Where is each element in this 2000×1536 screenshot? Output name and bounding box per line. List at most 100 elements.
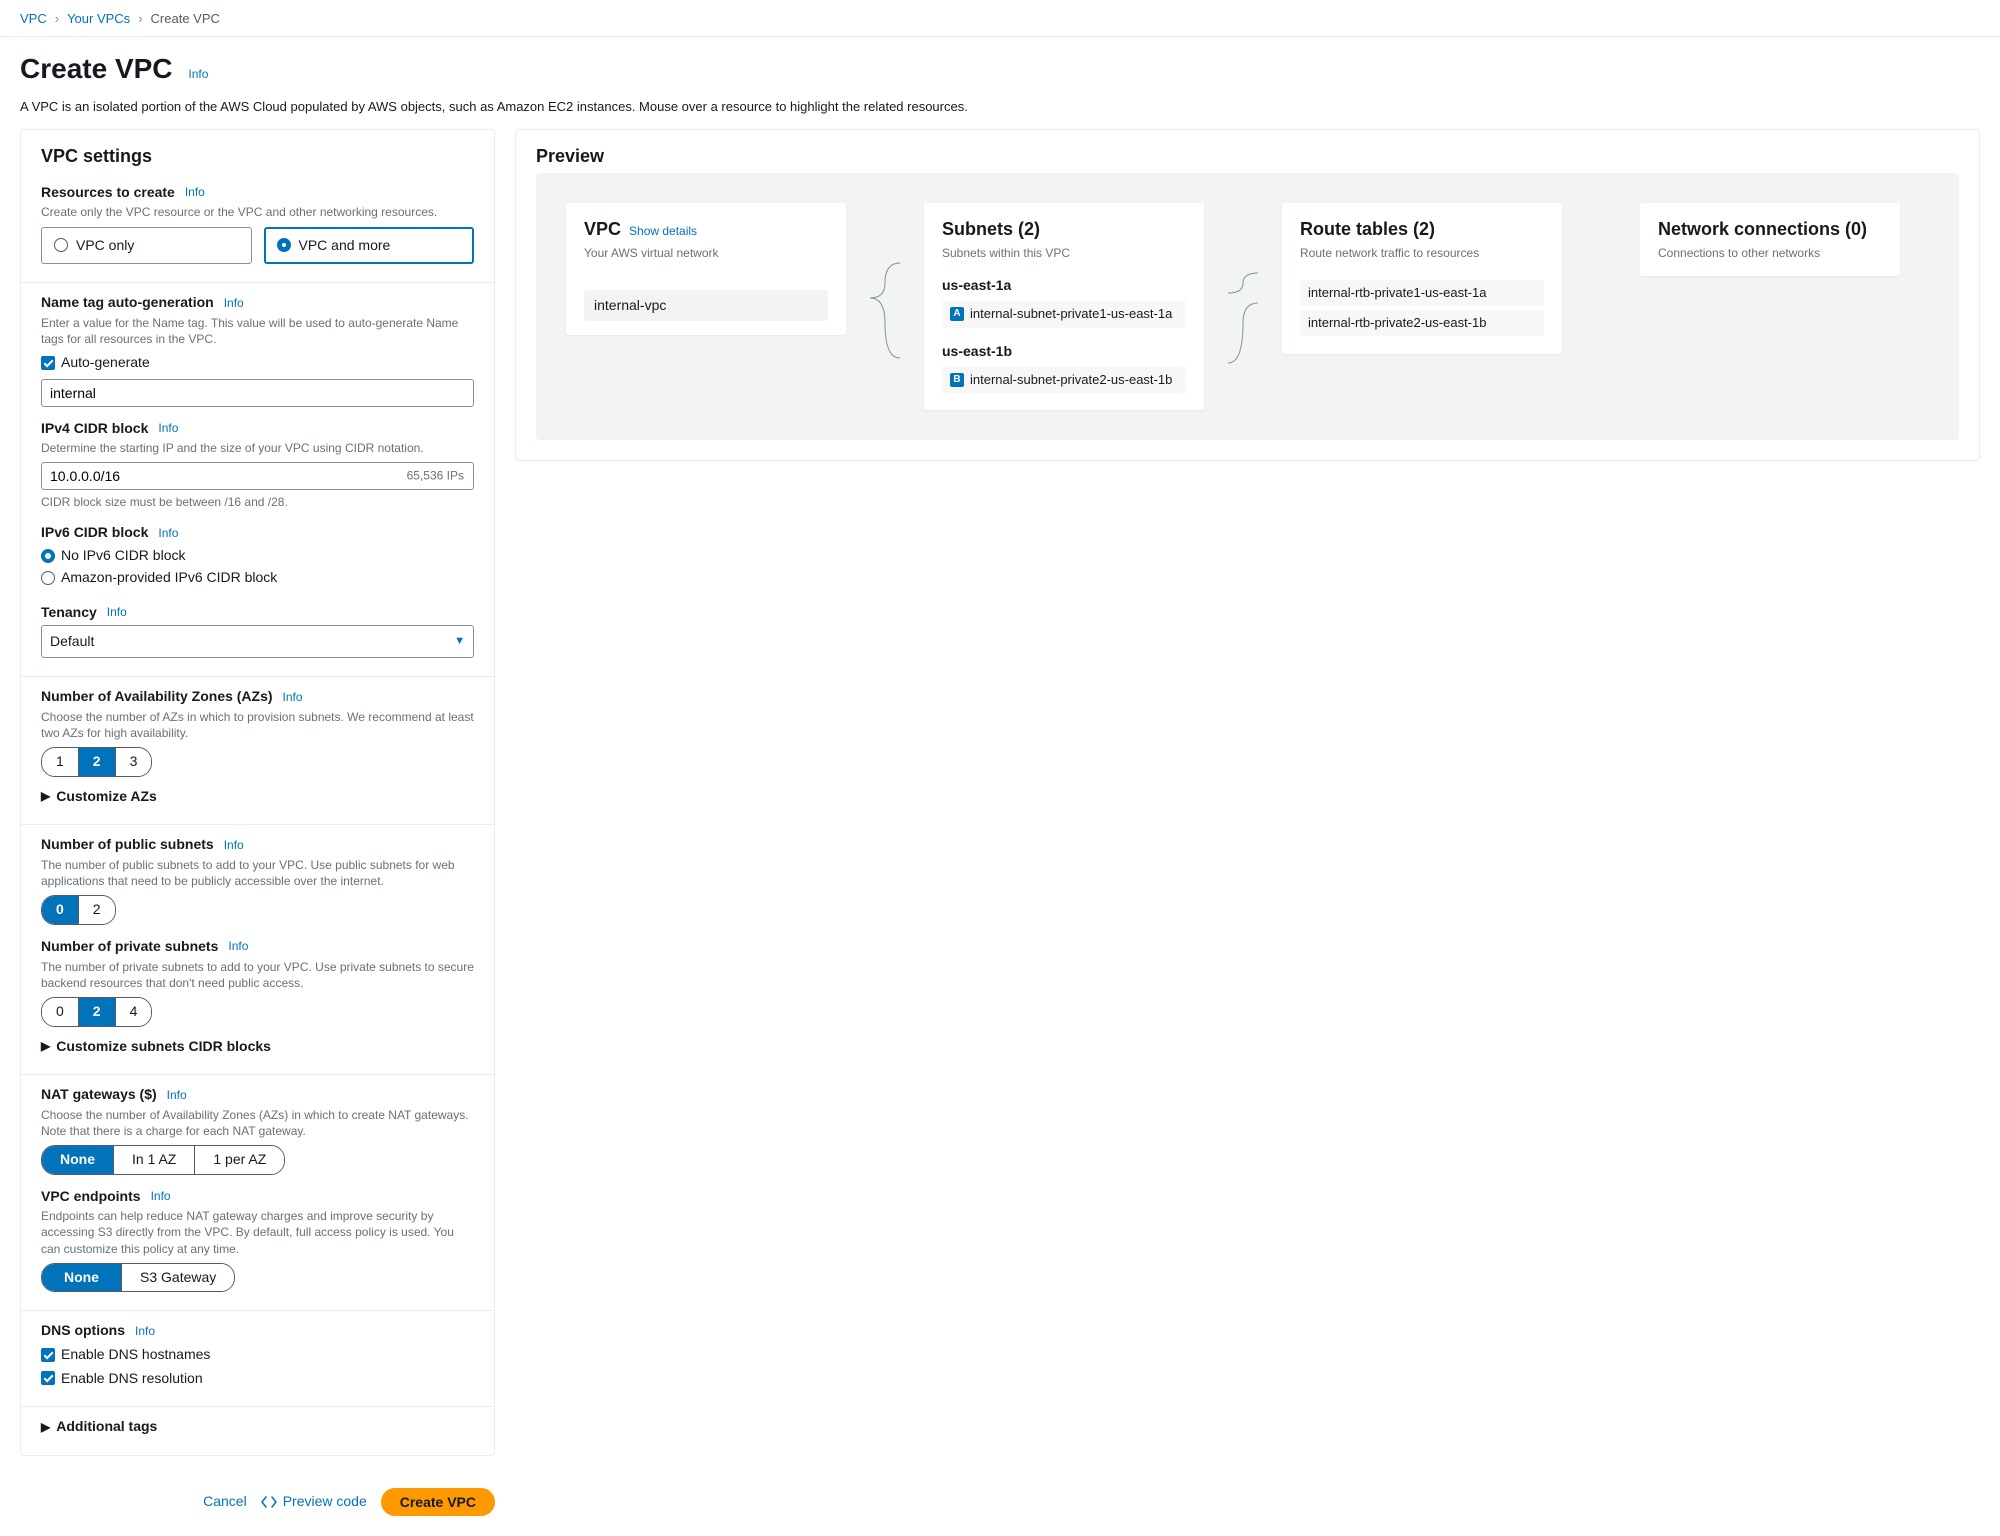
ipv6-amazon-radio[interactable]: [41, 571, 55, 585]
preview-network-card: Network connections (0) Connections to o…: [1640, 203, 1900, 276]
public-subnets-label: Number of public subnets: [41, 835, 214, 855]
preview-vpc-show-details[interactable]: Show details: [629, 223, 697, 240]
preview-code-button[interactable]: Preview code: [261, 1492, 367, 1512]
cancel-button[interactable]: Cancel: [203, 1492, 247, 1512]
breadcrumb-vpc[interactable]: VPC: [20, 10, 47, 28]
az-badge-icon: B: [950, 373, 964, 387]
azs-pill-group: 1 2 3: [41, 747, 152, 777]
azs-desc: Choose the number of AZs in which to pro…: [41, 709, 474, 741]
caret-right-icon: ▶: [41, 1419, 50, 1436]
private-subnets-label: Number of private subnets: [41, 937, 218, 957]
label: VPC and more: [299, 236, 391, 256]
private-subnets-opt-2[interactable]: 2: [79, 998, 116, 1026]
nat-desc: Choose the number of Availability Zones …: [41, 1107, 474, 1139]
ipv4-label: IPv4 CIDR block: [41, 419, 148, 439]
name-tag-input[interactable]: [41, 379, 474, 407]
vpc-settings-panel: VPC settings Resources to create Info Cr…: [20, 129, 495, 1456]
public-subnets-opt-2[interactable]: 2: [79, 896, 115, 924]
preview-subnets-title: Subnets (2): [942, 217, 1040, 242]
chevron-right-icon: ›: [55, 10, 59, 28]
preview-title: Preview: [516, 130, 1979, 173]
nat-opt-none[interactable]: None: [42, 1146, 114, 1174]
preview-route-tables-card: Route tables (2) Route network traffic t…: [1282, 203, 1562, 354]
info-link[interactable]: Info: [107, 604, 127, 621]
azs-opt-3[interactable]: 3: [116, 748, 152, 776]
info-link[interactable]: Info: [283, 689, 303, 706]
private-subnets-pill-group: 0 2 4: [41, 997, 152, 1027]
auto-generate-checkbox[interactable]: [41, 356, 55, 370]
nat-opt-peraz[interactable]: 1 per AZ: [195, 1146, 284, 1174]
preview-vpc-card: VPC Show details Your AWS virtual networ…: [566, 203, 846, 336]
endpoints-opt-s3[interactable]: S3 Gateway: [122, 1264, 234, 1292]
caret-right-icon: ▶: [41, 788, 50, 805]
ipv6-label: IPv6 CIDR block: [41, 523, 148, 543]
nat-pill-group: None In 1 AZ 1 per AZ: [41, 1145, 285, 1175]
azs-opt-1[interactable]: 1: [42, 748, 79, 776]
nametag-desc: Enter a value for the Name tag. This val…: [41, 315, 474, 347]
endpoints-desc: Endpoints can help reduce NAT gateway ch…: [41, 1208, 474, 1257]
tenancy-select[interactable]: Default ▼: [41, 625, 474, 659]
azs-opt-2[interactable]: 2: [79, 748, 116, 776]
preview-rt-title: Route tables (2): [1300, 217, 1435, 242]
additional-tags-toggle[interactable]: ▶ Additional tags: [41, 1417, 474, 1437]
public-subnets-pill-group: 0 2: [41, 895, 116, 925]
azs-label: Number of Availability Zones (AZs): [41, 687, 273, 707]
preview-vpc-title: VPC: [584, 217, 621, 242]
endpoints-opt-none[interactable]: None: [42, 1264, 122, 1292]
chevron-right-icon: ›: [138, 10, 142, 28]
resources-vpc-and-more[interactable]: VPC and more: [264, 227, 475, 265]
info-link[interactable]: Info: [228, 938, 248, 955]
info-link[interactable]: Info: [185, 184, 205, 201]
breadcrumb: VPC › Your VPCs › Create VPC: [0, 0, 2000, 37]
ipv6-none-label: No IPv6 CIDR block: [61, 546, 185, 566]
info-link[interactable]: Info: [151, 1188, 171, 1205]
preview-az1-label: us-east-1a: [942, 276, 1186, 296]
preview-vpc-chip[interactable]: internal-vpc: [584, 290, 828, 322]
preview-subnet-item[interactable]: B internal-subnet-private2-us-east-1b: [942, 367, 1186, 393]
page-description: A VPC is an isolated portion of the AWS …: [0, 98, 2000, 128]
info-link[interactable]: Info: [188, 67, 208, 81]
radio-icon: [54, 238, 68, 252]
nat-opt-1az[interactable]: In 1 AZ: [114, 1146, 195, 1174]
tenancy-label: Tenancy: [41, 603, 97, 623]
nat-label: NAT gateways ($): [41, 1085, 157, 1105]
dns-resolution-label: Enable DNS resolution: [61, 1369, 203, 1389]
create-vpc-button[interactable]: Create VPC: [381, 1488, 495, 1516]
endpoints-pill-group: None S3 Gateway: [41, 1263, 235, 1293]
preview-rt-item[interactable]: internal-rtb-private2-us-east-1b: [1300, 310, 1544, 336]
preview-vpc-sub: Your AWS virtual network: [584, 245, 828, 262]
nametag-label: Name tag auto-generation: [41, 293, 214, 313]
info-link[interactable]: Info: [167, 1087, 187, 1104]
az-badge-icon: A: [950, 307, 964, 321]
breadcrumb-your-vpcs[interactable]: Your VPCs: [67, 10, 130, 28]
label: Preview code: [283, 1492, 367, 1512]
dns-hostnames-label: Enable DNS hostnames: [61, 1345, 210, 1365]
dns-resolution-checkbox[interactable]: [41, 1371, 55, 1385]
breadcrumb-current: Create VPC: [151, 10, 220, 28]
ipv6-none-radio[interactable]: [41, 549, 55, 563]
public-subnets-opt-0[interactable]: 0: [42, 896, 79, 924]
private-subnets-opt-4[interactable]: 4: [116, 998, 152, 1026]
preview-rt-item[interactable]: internal-rtb-private1-us-east-1a: [1300, 280, 1544, 306]
info-link[interactable]: Info: [158, 420, 178, 437]
customize-subnets-toggle[interactable]: ▶ Customize subnets CIDR blocks: [41, 1037, 474, 1057]
dns-hostnames-checkbox[interactable]: [41, 1348, 55, 1362]
info-link[interactable]: Info: [224, 295, 244, 312]
private-subnets-opt-0[interactable]: 0: [42, 998, 79, 1026]
preview-subnet-item[interactable]: A internal-subnet-private1-us-east-1a: [942, 301, 1186, 327]
info-link[interactable]: Info: [135, 1323, 155, 1340]
caret-down-icon: ▼: [454, 634, 465, 649]
preview-subnets-card: Subnets (2) Subnets within this VPC us-e…: [924, 203, 1204, 411]
customize-azs-toggle[interactable]: ▶ Customize AZs: [41, 787, 474, 807]
preview-rt-sub: Route network traffic to resources: [1300, 245, 1544, 262]
info-link[interactable]: Info: [158, 525, 178, 542]
info-link[interactable]: Info: [224, 837, 244, 854]
label: internal-subnet-private1-us-east-1a: [970, 305, 1172, 323]
resources-vpc-only[interactable]: VPC only: [41, 227, 252, 265]
preview-net-title: Network connections (0): [1658, 217, 1867, 242]
caret-right-icon: ▶: [41, 1038, 50, 1055]
auto-generate-label: Auto-generate: [61, 353, 150, 373]
page-title: Create VPC: [20, 49, 173, 88]
dns-label: DNS options: [41, 1321, 125, 1341]
ipv4-constraint: CIDR block size must be between /16 and …: [41, 494, 474, 511]
